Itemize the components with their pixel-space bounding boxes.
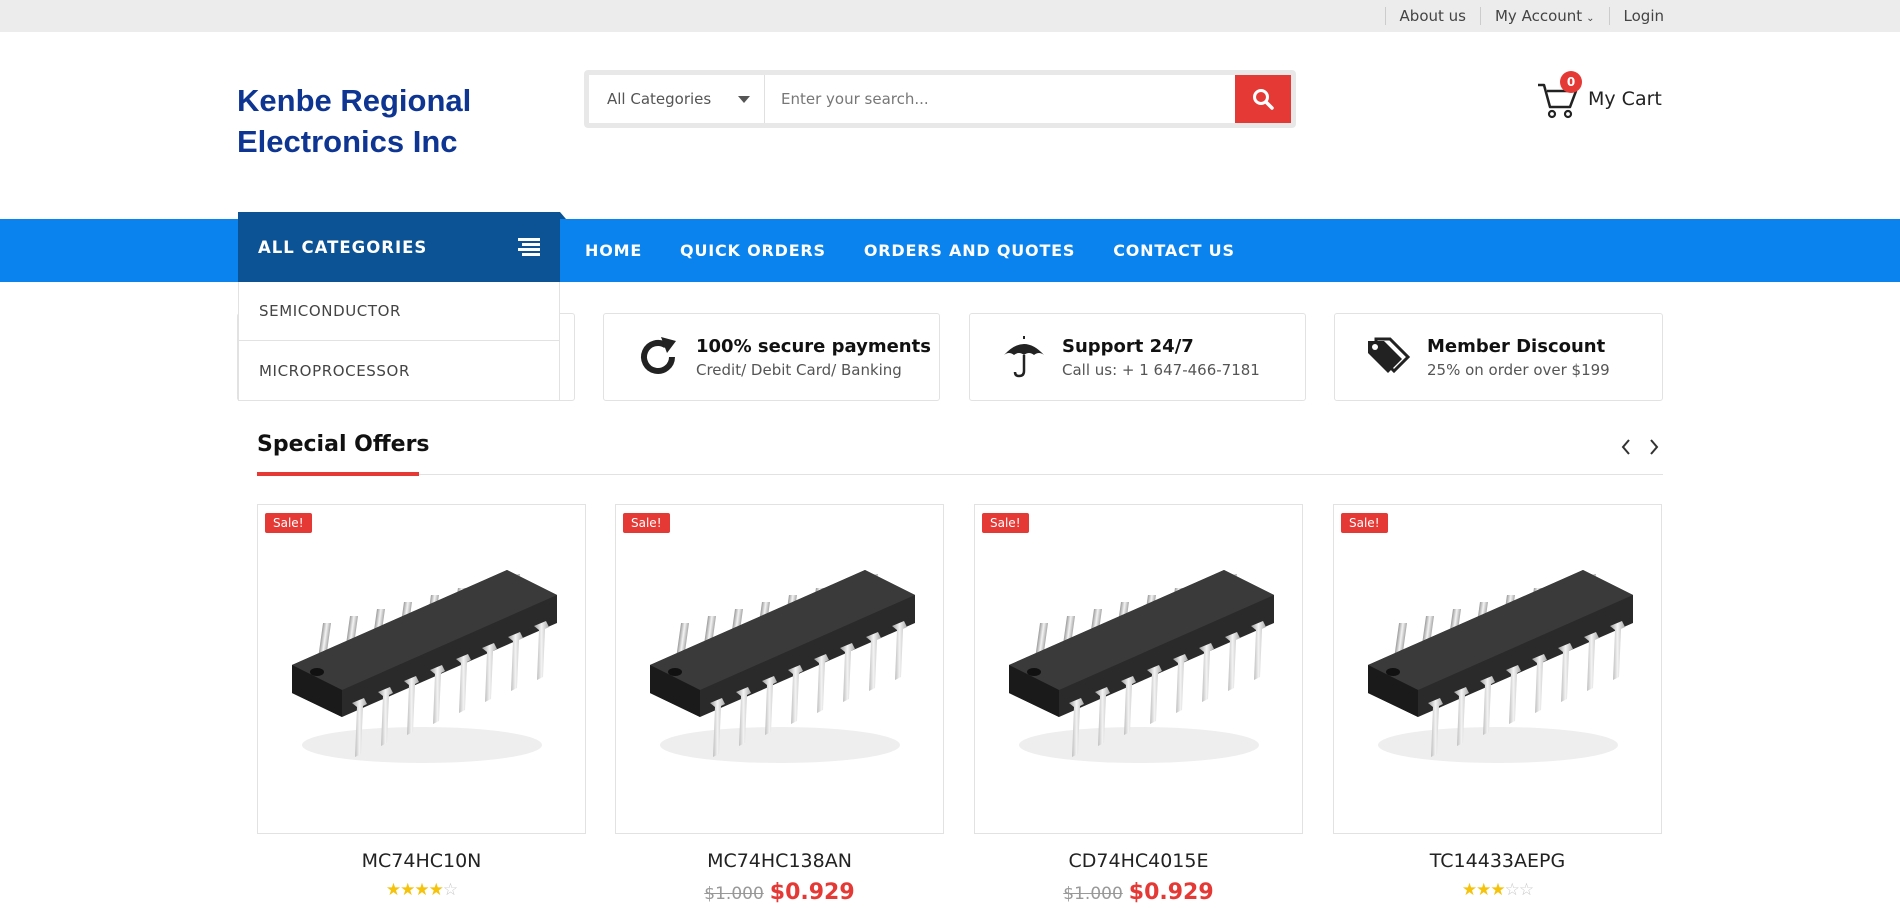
cart-label: My Cart	[1588, 88, 1662, 110]
ic-chip-image	[292, 570, 557, 763]
sale-badge: Sale!	[265, 513, 312, 533]
chevron-right-icon	[1650, 439, 1659, 455]
star-filled-icon: ★	[1461, 880, 1477, 900]
product-card[interactable]: Sale!	[615, 504, 944, 834]
divider	[1384, 7, 1386, 25]
star-filled-icon: ★	[385, 880, 401, 900]
my-account-dropdown[interactable]: My Account ⌄	[1495, 7, 1595, 25]
nav-orders-and-quotes[interactable]: ORDERS AND QUOTES	[864, 241, 1075, 260]
feature-title: Support 24/7	[1062, 335, 1194, 357]
divider	[1479, 7, 1481, 25]
product-image[interactable]	[989, 545, 1289, 799]
login-link[interactable]: Login	[1624, 7, 1664, 25]
star-empty-icon: ☆	[1504, 880, 1520, 900]
ic-chip-image	[650, 570, 915, 763]
menu-icon	[518, 238, 540, 256]
section-title: Special Offers	[257, 432, 430, 457]
old-price: $1.000	[1063, 884, 1123, 904]
ic-chip-image	[1009, 570, 1274, 763]
sale-price: $0.929	[769, 880, 855, 905]
carousel-next-button[interactable]	[1646, 436, 1662, 458]
old-price: $1.000	[704, 884, 764, 904]
nav-links: HOME QUICK ORDERS ORDERS AND QUOTES CONT…	[585, 219, 1273, 282]
feature-subtitle: Call us: + 1 647-466-7181	[1062, 360, 1260, 379]
all-categories-button[interactable]: ALL CATEGORIES	[238, 212, 566, 282]
chevron-down-icon: ⌄	[1586, 13, 1595, 24]
sale-badge: Sale!	[1341, 513, 1388, 533]
search-category-select[interactable]: All Categories	[589, 75, 765, 123]
carousel-prev-button[interactable]	[1618, 436, 1634, 458]
star-rating: ★★★★☆	[385, 880, 458, 900]
my-account-label: My Account	[1494, 7, 1583, 25]
carousel-controls	[1618, 436, 1662, 458]
feature-subtitle: Credit/ Debit Card/ Banking	[696, 360, 902, 379]
refresh-icon	[641, 337, 676, 374]
feature-title: Member Discount	[1427, 335, 1606, 357]
product-card[interactable]: Sale!	[257, 504, 586, 834]
sale-badge: Sale!	[623, 513, 670, 533]
product-card[interactable]: Sale!	[1333, 504, 1662, 834]
product-name[interactable]: MC74HC138AN	[615, 850, 944, 872]
search-category-label: All Categories	[607, 90, 712, 108]
star-empty-icon: ☆	[442, 880, 458, 900]
section-divider	[257, 474, 1663, 475]
top-links: About us My Account ⌄ Login	[1371, 0, 1664, 32]
feature-icon-wrap	[1359, 335, 1419, 379]
product-image[interactable]	[1348, 545, 1648, 799]
star-filled-icon: ★	[428, 880, 444, 900]
categories-dropdown: SEMICONDUCTOR MICROPROCESSOR	[238, 282, 560, 401]
product-name[interactable]: TC14433AEPG	[1333, 850, 1662, 872]
cart-icon-wrap: 0	[1536, 71, 1582, 121]
feature-secure-payments: 100% secure payments Credit/ Debit Card/…	[603, 313, 940, 401]
search-button[interactable]	[1235, 75, 1291, 123]
sale-price: $0.929	[1128, 880, 1214, 905]
about-us-link[interactable]: About us	[1400, 7, 1466, 25]
category-semiconductor[interactable]: SEMICONDUCTOR	[239, 282, 559, 341]
site-logo[interactable]: Kenbe Regional Electronics Inc	[237, 80, 557, 162]
top-bar: About us My Account ⌄ Login	[0, 0, 1900, 32]
product-meta: $1.000 $0.929	[974, 880, 1303, 905]
product-meta: $1.000 $0.929	[615, 880, 944, 905]
star-filled-icon: ★	[1490, 880, 1505, 900]
feature-icon-wrap	[994, 335, 1054, 379]
product-meta: ★★★☆☆	[1333, 880, 1662, 900]
search-input[interactable]	[765, 75, 1235, 123]
chevron-left-icon	[1621, 439, 1630, 455]
feature-text: Member Discount 25% on order over $199	[1427, 336, 1610, 379]
star-filled-icon: ★	[414, 880, 429, 900]
nav-home[interactable]: HOME	[585, 241, 642, 260]
star-filled-icon: ★	[400, 880, 415, 900]
cart-count-badge: 0	[1560, 71, 1582, 93]
feature-member-discount: Member Discount 25% on order over $199	[1334, 313, 1663, 401]
feature-icon-wrap	[628, 335, 688, 379]
caret-down-icon	[738, 95, 750, 103]
product-name[interactable]: MC74HC10N	[257, 850, 586, 872]
feature-text: 100% secure payments Credit/ Debit Card/…	[696, 336, 931, 379]
feature-text: Support 24/7 Call us: + 1 647-466-7181	[1062, 336, 1260, 379]
search-bar: All Categories	[584, 70, 1296, 128]
feature-support: Support 24/7 Call us: + 1 647-466-7181	[969, 313, 1306, 401]
sale-badge: Sale!	[982, 513, 1029, 533]
cart-button[interactable]: 0 My Cart	[1536, 68, 1664, 124]
search-icon	[1253, 89, 1274, 110]
product-image[interactable]	[272, 545, 572, 799]
nav-quick-orders[interactable]: QUICK ORDERS	[680, 241, 826, 260]
feature-title: 100% secure payments	[696, 335, 931, 357]
nav-contact-us[interactable]: CONTACT US	[1113, 241, 1235, 260]
section-title-underline	[257, 472, 419, 476]
ic-chip-image	[1368, 570, 1633, 763]
tags-icon	[1368, 337, 1411, 374]
product-image[interactable]	[630, 545, 930, 799]
star-rating: ★★★☆☆	[1461, 880, 1534, 900]
star-filled-icon: ★	[1476, 880, 1491, 900]
product-name[interactable]: CD74HC4015E	[974, 850, 1303, 872]
divider	[1608, 7, 1610, 25]
umbrella-icon	[1004, 336, 1044, 378]
feature-subtitle: 25% on order over $199	[1427, 360, 1610, 379]
product-card[interactable]: Sale!	[974, 504, 1303, 834]
product-meta: ★★★★☆	[257, 880, 586, 900]
star-empty-icon: ☆	[1518, 880, 1534, 900]
all-categories-label: ALL CATEGORIES	[258, 237, 428, 257]
category-microprocessor[interactable]: MICROPROCESSOR	[239, 341, 559, 400]
